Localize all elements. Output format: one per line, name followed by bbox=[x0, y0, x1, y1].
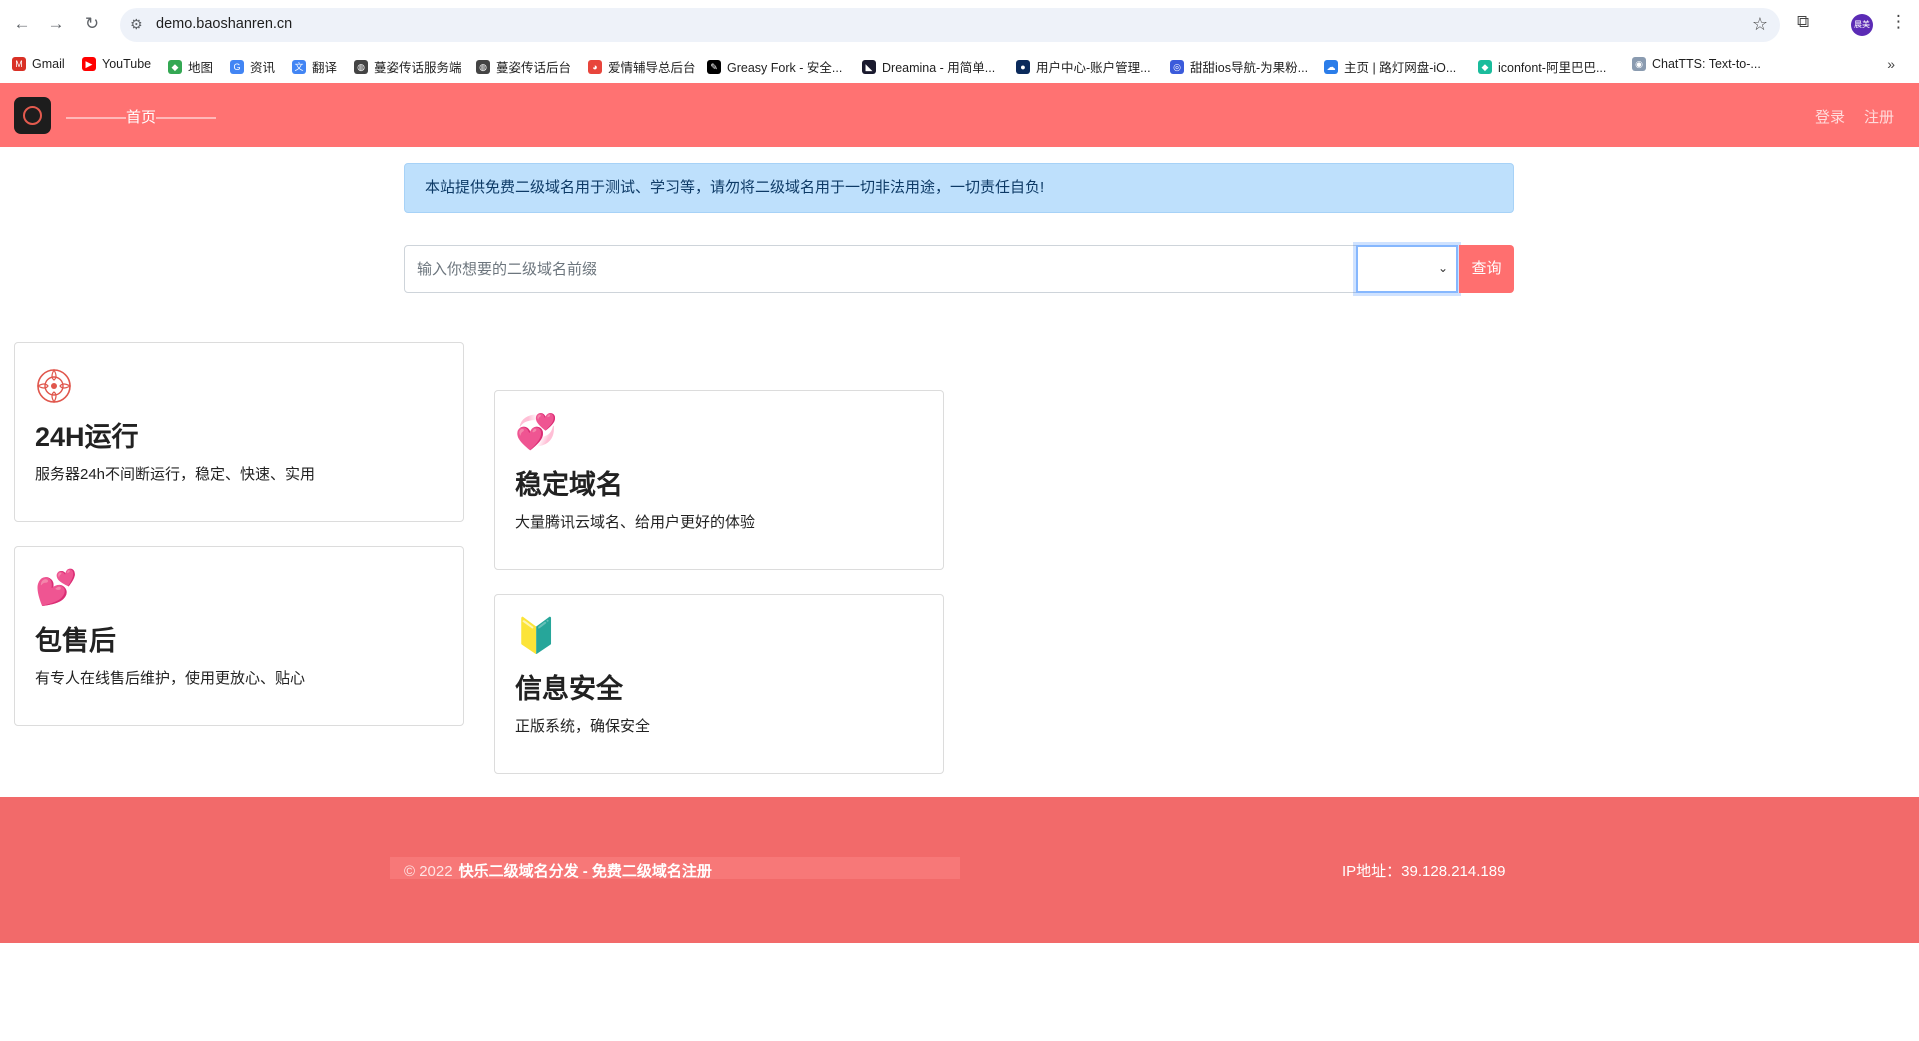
bookmark-item[interactable]: ◣ Dreamina - 用简单... bbox=[862, 57, 995, 76]
browser-toolbar: ← → ↻ ⚙ demo.baoshanren.cn ☆ ⧉ 晨美 ⋮ bbox=[0, 0, 1919, 50]
ios-nav-icon: ◎ bbox=[1170, 59, 1184, 74]
user-center-icon: ● bbox=[1016, 59, 1030, 74]
chattts-icon: ◉ bbox=[1632, 57, 1646, 71]
bookmark-label: 地图 bbox=[188, 61, 214, 75]
bookmark-label: 甜甜ios导航-为果粉... bbox=[1190, 61, 1309, 75]
feature-card-stable-domain: 💞 稳定域名 大量腾讯云域名、给用户更好的体验 bbox=[494, 390, 944, 570]
feature-desc: 大量腾讯云域名、给用户更好的体验 bbox=[515, 514, 756, 531]
copyright-year: © 2022 bbox=[404, 863, 453, 880]
iconfont-icon: ◆ bbox=[1478, 59, 1492, 74]
notice-alert: 本站提供免费二级域名用于测试、学习等，请勿将二级域名用于一切非法用途，一切责任自… bbox=[404, 163, 1514, 213]
bookmark-label: 蔓姿传话后台 bbox=[496, 61, 572, 75]
gmail-icon: M bbox=[12, 57, 26, 71]
bookmark-label: 翻译 bbox=[312, 61, 338, 75]
footer-copyright: © 2022 快乐二级域名分发 - 免费二级域名注册 bbox=[404, 860, 712, 881]
feature-desc: 服务器24h不间断运行，稳定、快速、实用 bbox=[35, 466, 316, 483]
bookmark-item[interactable]: G 资讯 bbox=[230, 57, 275, 76]
bookmark-item[interactable]: ◆ 地图 bbox=[168, 57, 213, 76]
url-text[interactable]: demo.baoshanren.cn bbox=[156, 16, 292, 32]
bookmark-label: 蔓姿传话服务端 bbox=[374, 61, 462, 75]
lotus-icon bbox=[36, 368, 72, 404]
bookmark-label: 主页 | 路灯网盘-iO... bbox=[1344, 61, 1457, 75]
chrome-icon: ◕ bbox=[588, 59, 602, 74]
bookmark-label: iconfont-阿里巴巴... bbox=[1498, 61, 1607, 75]
globe-icon: ◍ bbox=[476, 59, 490, 74]
feature-card-24h: 24H运行 服务器24h不间断运行，稳定、快速、实用 bbox=[14, 342, 464, 522]
bookmark-star-icon[interactable]: ☆ bbox=[1752, 14, 1768, 35]
bookmark-item[interactable]: ▶ YouTube bbox=[82, 57, 151, 71]
bookmark-label: ChatTTS: Text-to-... bbox=[1652, 57, 1761, 71]
bookmark-item[interactable]: ◎ 甜甜ios导航-为果粉... bbox=[1170, 57, 1308, 76]
register-link[interactable]: 注册 bbox=[1864, 106, 1894, 127]
cloud-icon: ☁ bbox=[1324, 59, 1338, 74]
more-bookmarks-icon[interactable]: » bbox=[1887, 56, 1895, 72]
profile-avatar[interactable]: 晨美 bbox=[1851, 14, 1873, 36]
forward-icon[interactable]: → bbox=[44, 12, 68, 36]
bookmark-label: 爱情辅导总后台 bbox=[608, 61, 696, 75]
feature-title: 包售后 bbox=[35, 626, 116, 656]
bookmark-label: 用户中心-账户管理... bbox=[1036, 61, 1151, 75]
feature-desc: 正版系统，确保安全 bbox=[515, 718, 651, 735]
domain-suffix-select[interactable]: ⌄ bbox=[1356, 245, 1458, 293]
bookmark-item[interactable]: ◍ 蔓姿传话后台 bbox=[476, 57, 571, 76]
bookmark-item[interactable]: ◆ iconfont-阿里巴巴... bbox=[1478, 57, 1606, 76]
bookmark-item[interactable]: 文翻译 bbox=[292, 57, 337, 76]
bookmark-label: Dreamina - 用简单... bbox=[882, 61, 996, 75]
login-link[interactable]: 登录 bbox=[1815, 106, 1845, 127]
bookmark-label: YouTube bbox=[102, 57, 152, 71]
site-settings-icon[interactable]: ⚙ bbox=[130, 16, 143, 33]
nav-home-link[interactable]: ————首页———— bbox=[66, 106, 216, 127]
site-footer: © 2022 快乐二级域名分发 - 免费二级域名注册 IP地址：39.128.21… bbox=[0, 797, 1919, 943]
youtube-icon: ▶ bbox=[82, 57, 96, 71]
feature-title: 24H运行 bbox=[35, 422, 139, 452]
extensions-icon[interactable]: ⧉ bbox=[1797, 12, 1809, 32]
bookmarks-bar: M Gmail ▶ YouTube ◆ 地图 G 资讯 文翻译 ◍ 蔓姿传话服务端 ◍ 蔓姿传话后台 ◕ 爱… bbox=[0, 50, 1919, 82]
reload-icon[interactable]: ↻ bbox=[80, 12, 104, 36]
footer-ip-address: IP地址：39.128.214.189 bbox=[1342, 863, 1506, 880]
bookmark-item[interactable]: ◕ 爱情辅导总后台 bbox=[588, 57, 696, 76]
bookmark-item[interactable]: ● 用户中心-账户管理... bbox=[1016, 57, 1151, 76]
bookmark-label: Greasy Fork - 安全... bbox=[727, 61, 843, 75]
menu-kebab-icon[interactable]: ⋮ bbox=[1890, 12, 1907, 32]
chevron-down-icon: ⌄ bbox=[1437, 261, 1448, 275]
bookmark-item[interactable]: ◉ ChatTTS: Text-to-... bbox=[1632, 57, 1761, 71]
bookmark-label: Gmail bbox=[32, 57, 65, 71]
two-hearts-icon: 💞 bbox=[515, 413, 558, 451]
bookmark-item[interactable]: M Gmail bbox=[12, 57, 65, 71]
hearts-icon: 💕 bbox=[35, 569, 78, 607]
address-bar[interactable]: ⚙ demo.baoshanren.cn ☆ bbox=[120, 8, 1780, 42]
feature-desc: 有专人在线售后维护，使用更放心、贴心 bbox=[35, 670, 306, 687]
domain-prefix-input[interactable] bbox=[404, 245, 1357, 293]
feature-title: 信息安全 bbox=[515, 674, 623, 704]
dreamina-icon: ◣ bbox=[862, 59, 876, 74]
greasyfork-icon: ✎ bbox=[707, 59, 721, 74]
feature-card-security: 🔰 信息安全 正版系统，确保安全 bbox=[494, 594, 944, 774]
bookmark-item[interactable]: ✎ Greasy Fork - 安全... bbox=[707, 57, 842, 76]
query-button[interactable]: 查询 bbox=[1459, 245, 1514, 293]
beginner-badge-icon: 🔰 bbox=[515, 617, 558, 655]
feature-title: 稳定域名 bbox=[515, 470, 623, 500]
globe-icon: ◍ bbox=[354, 59, 368, 74]
footer-site-name[interactable]: 快乐二级域名分发 - 免费二级域名注册 bbox=[459, 863, 712, 880]
bookmark-label: 资讯 bbox=[250, 61, 276, 75]
bookmark-item[interactable]: ◍ 蔓姿传话服务端 bbox=[354, 57, 462, 76]
maps-icon: ◆ bbox=[168, 59, 182, 74]
translate-icon: 文 bbox=[292, 59, 306, 74]
news-icon: G bbox=[230, 59, 244, 74]
site-logo[interactable] bbox=[14, 97, 51, 134]
bookmark-item[interactable]: ☁ 主页 | 路灯网盘-iO... bbox=[1324, 57, 1456, 76]
site-navbar: ————首页———— 登录 注册 bbox=[0, 83, 1919, 147]
back-icon[interactable]: ← bbox=[10, 12, 34, 36]
feature-card-after-sales: 💕 包售后 有专人在线售后维护，使用更放心、贴心 bbox=[14, 546, 464, 726]
